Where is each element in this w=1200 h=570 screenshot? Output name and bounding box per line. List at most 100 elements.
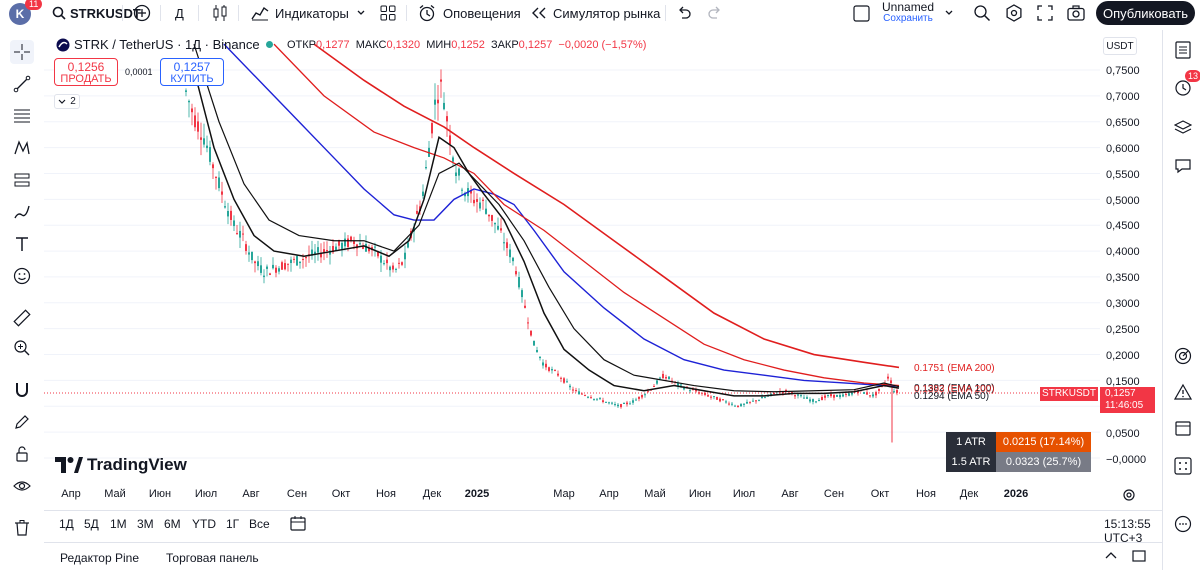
candle-body: [584, 395, 586, 397]
buy-button[interactable]: 0,1257 КУПИТЬ: [160, 58, 224, 86]
candle-body: [497, 225, 499, 230]
price-tick-label: 0,7500: [1106, 65, 1140, 77]
interval-button[interactable]: Д: [175, 4, 184, 22]
candle-body: [629, 403, 631, 405]
candle-body: [200, 137, 202, 140]
expand-panel-button[interactable]: [1104, 549, 1118, 566]
object-tree-button[interactable]: [1171, 116, 1195, 140]
layout-checkbox[interactable]: [853, 4, 870, 22]
fullscreen-button[interactable]: [1037, 4, 1053, 22]
layout-name[interactable]: Unnamed Сохранить: [882, 1, 934, 25]
candle-body: [620, 404, 622, 408]
price-axis[interactable]: 0,7500 0,7000 0,6500 0,6000 0,5500 0,5000 0,45…: [1100, 30, 1162, 485]
tab-pine-editor[interactable]: Редактор Pine: [60, 551, 139, 565]
top-toolbar: K 11 STRKUSDT Д Индикаторы Оповещения Си…: [0, 0, 1200, 26]
candle-body: [587, 396, 589, 398]
range-1y[interactable]: 1Г: [226, 517, 239, 531]
range-all[interactable]: Все: [249, 517, 270, 531]
emoji-tool[interactable]: [10, 264, 34, 288]
range-6m[interactable]: 6М: [164, 517, 181, 531]
atr-row: 1 ATR 0.0215 (17.14%): [946, 432, 1091, 452]
forecast-tool[interactable]: [10, 168, 34, 192]
candle-body: [806, 397, 808, 399]
candle-body: [491, 215, 493, 221]
candle-body: [359, 243, 361, 245]
lock-tool[interactable]: [10, 442, 34, 466]
price-tick-label: 0,2000: [1106, 349, 1140, 362]
candle-body: [512, 257, 514, 262]
range-1d[interactable]: 1Д: [59, 517, 74, 531]
brush-tool[interactable]: [10, 200, 34, 224]
zoom-tool[interactable]: [10, 336, 34, 360]
chart-pane[interactable]: [44, 30, 1100, 485]
candles: [185, 69, 898, 409]
symbol-legend[interactable]: STRK / TetherUS · 1Д · Binance: [56, 37, 281, 52]
range-5d[interactable]: 5Д: [84, 517, 99, 531]
candle-body: [890, 380, 892, 384]
indicators-dropdown[interactable]: [356, 4, 366, 22]
chart-type-button[interactable]: [212, 4, 228, 22]
calendar-panel-button[interactable]: [1171, 344, 1195, 368]
publish-button[interactable]: Опубликовать: [1096, 1, 1195, 25]
pattern-tool[interactable]: [10, 136, 34, 160]
redo-button[interactable]: [708, 4, 722, 22]
candle-body: [785, 389, 787, 391]
trend-line-tool[interactable]: [10, 72, 34, 96]
replay-button[interactable]: Симулятор рынка: [531, 4, 660, 22]
candle-body: [722, 399, 724, 401]
candle-body: [560, 377, 562, 379]
magnet-tool[interactable]: [10, 378, 34, 402]
range-1m[interactable]: 1М: [110, 517, 127, 531]
layout-dropdown[interactable]: [944, 4, 954, 22]
axis-settings-button[interactable]: [1122, 488, 1136, 505]
templates-button[interactable]: [380, 4, 396, 22]
candle-body: [602, 400, 604, 402]
price-chart[interactable]: [44, 30, 1100, 485]
indicators-button[interactable]: Индикаторы: [251, 4, 349, 22]
tab-trading-panel[interactable]: Торговая панель: [166, 551, 259, 565]
candle-body: [872, 394, 874, 397]
symbol-search[interactable]: STRKUSDT: [52, 4, 141, 22]
alerts-panel-button[interactable]: 13: [1171, 70, 1200, 100]
time-tick-label: Июн: [688, 488, 712, 500]
candle-body: [290, 259, 292, 264]
range-ytd[interactable]: YTD: [192, 517, 216, 531]
watchlist-button[interactable]: [1171, 38, 1195, 62]
text-tool[interactable]: [10, 232, 34, 256]
visibility-tool[interactable]: [10, 474, 34, 498]
quick-search-button[interactable]: [973, 4, 991, 22]
clock[interactable]: 15:13:55 UTC+3: [1104, 517, 1162, 545]
candle-body: [710, 396, 712, 398]
alerts-button[interactable]: Оповещения: [418, 4, 521, 22]
sell-button[interactable]: 0,1256 ПРОДАТЬ: [54, 58, 118, 86]
range-3m[interactable]: 3М: [137, 517, 154, 531]
fib-tool[interactable]: [10, 104, 34, 128]
remove-drawings-tool[interactable]: [10, 516, 34, 540]
ideas-button[interactable]: [1171, 380, 1195, 404]
candle-body: [437, 99, 439, 104]
ruler-tool[interactable]: [10, 306, 34, 330]
price-tick-label: 0,4500: [1106, 220, 1140, 233]
candle-body: [203, 138, 205, 145]
maximize-panel-button[interactable]: [1132, 549, 1146, 566]
date-range-button[interactable]: [290, 515, 306, 534]
candle-body: [572, 389, 574, 391]
horizontal-lines-icon: [14, 109, 30, 123]
data-window-button[interactable]: [1171, 454, 1195, 478]
indicators-collapse-toggle[interactable]: 2: [54, 94, 80, 109]
currency-button[interactable]: USDT: [1103, 37, 1137, 55]
time-tick-label: Сен: [823, 488, 845, 500]
snapshot-button[interactable]: [1067, 4, 1085, 22]
candle-body: [251, 251, 253, 261]
lock-drawing-tool[interactable]: [10, 410, 34, 434]
settings-button[interactable]: [1005, 4, 1023, 22]
crosshair-tool[interactable]: [10, 40, 34, 64]
calendar-button[interactable]: [1171, 416, 1195, 440]
help-button[interactable]: [1171, 512, 1195, 536]
chats-button[interactable]: [1171, 154, 1195, 178]
camera-icon: [1067, 5, 1085, 21]
compare-button[interactable]: [133, 4, 151, 22]
list-icon: [1175, 41, 1191, 59]
undo-button[interactable]: [677, 4, 691, 22]
time-axis[interactable]: Апр Май Июн Июл Авг Сен Окт Ноя Дек 2025 Мар Апр Май…: [44, 486, 1162, 504]
